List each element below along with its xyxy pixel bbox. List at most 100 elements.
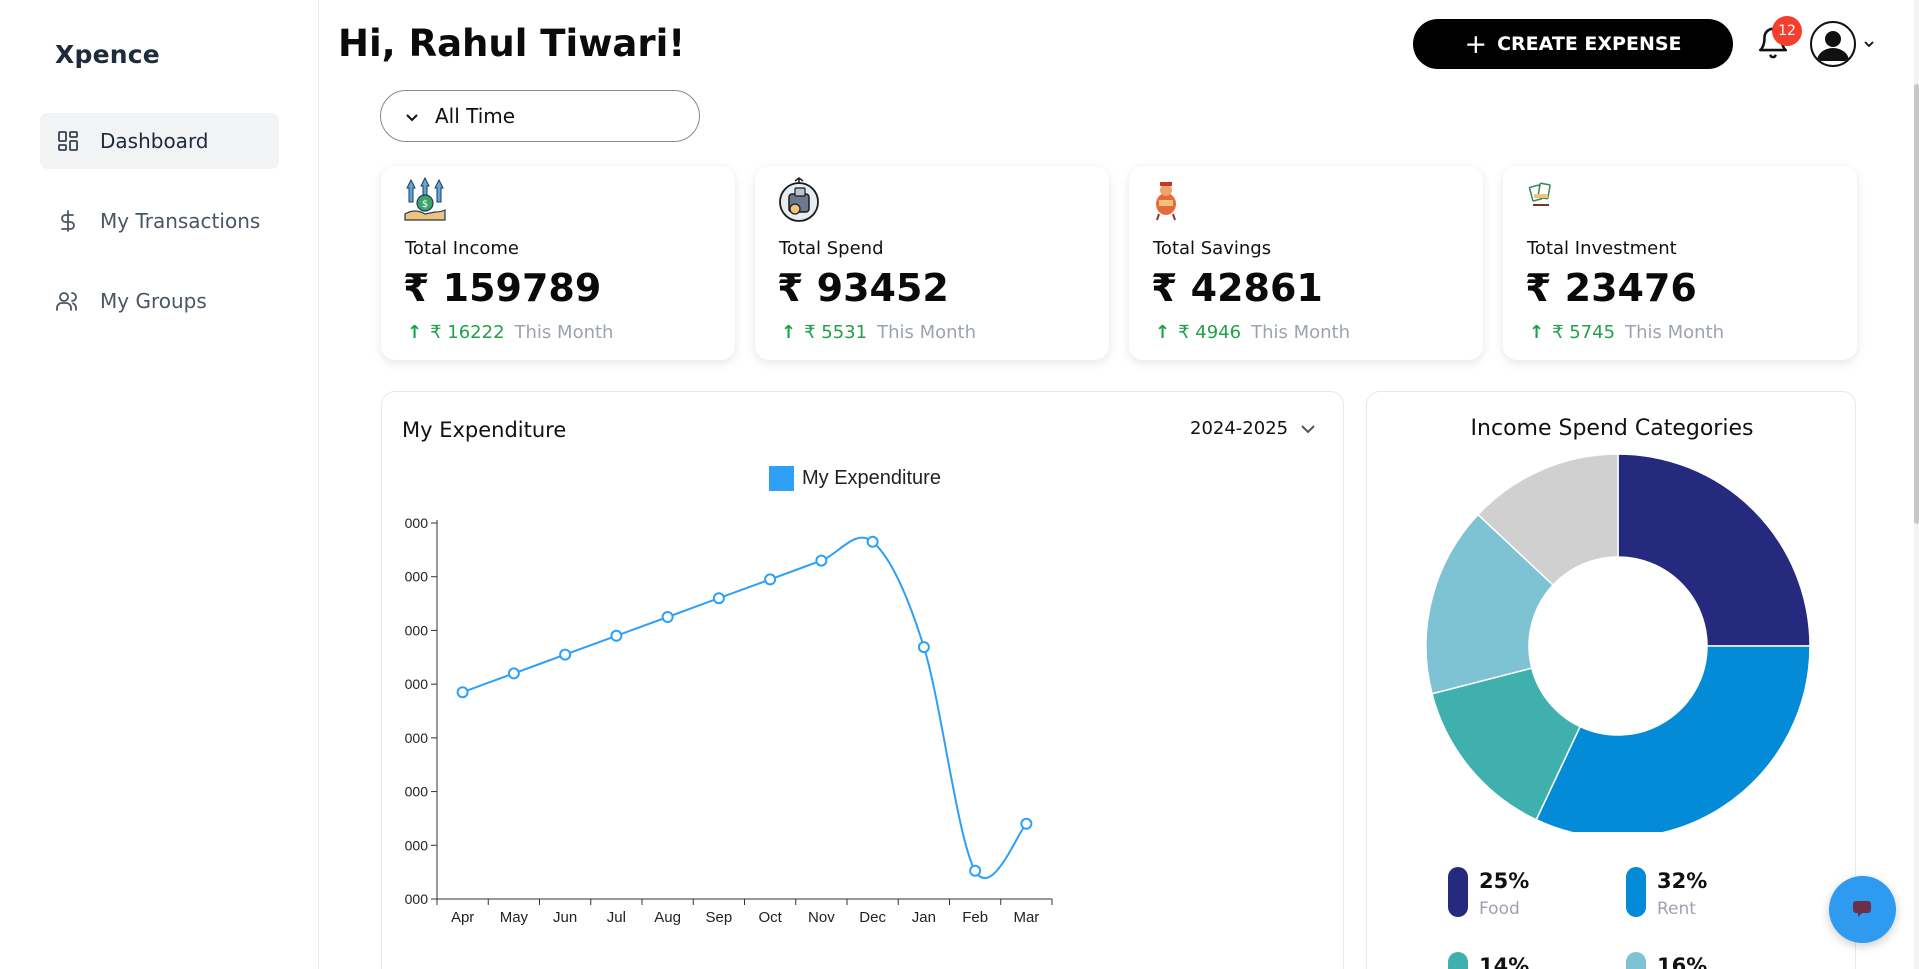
x-tick-label: Feb — [962, 909, 988, 926]
investment-icon — [1523, 176, 1571, 224]
dollar-icon — [55, 208, 81, 234]
stat-value: ₹ 42861 — [1151, 266, 1323, 310]
data-point[interactable] — [917, 641, 930, 654]
app-logo[interactable]: Xpence — [55, 40, 160, 69]
expenditure-line-chart: 000 000 000 000 000 000 000 000 Apr May Jun Jul Aug S… — [405, 515, 1053, 926]
y-tick-label: 000 — [405, 676, 429, 692]
income-icon: $ — [401, 176, 449, 224]
chevron-down-icon[interactable] — [1862, 36, 1876, 50]
legend-color — [1626, 952, 1646, 969]
arrow-up-icon: ↑ — [407, 322, 423, 343]
legend-category: Rent — [1657, 899, 1696, 919]
y-tick-label: 000 — [405, 730, 429, 746]
data-point[interactable] — [456, 686, 469, 699]
stat-value: ₹ 159789 — [403, 266, 602, 310]
sidebar-item-transactions[interactable]: My Transactions — [40, 193, 279, 249]
stat-change: ₹ 5531 — [804, 322, 868, 343]
create-expense-button[interactable]: + CREATE EXPENSE — [1413, 19, 1733, 69]
donut-slice[interactable] — [1617, 453, 1811, 647]
dashboard-icon — [55, 128, 81, 154]
data-point[interactable] — [661, 611, 674, 623]
x-tick-label: Jul — [607, 909, 626, 926]
y-tick-label: 000 — [405, 891, 429, 907]
donut-slice[interactable] — [1535, 645, 1811, 832]
data-point[interactable] — [559, 648, 572, 661]
x-tick-label: Mar — [1013, 909, 1039, 926]
legend-percent: 25% — [1479, 869, 1530, 893]
scrollbar-thumb[interactable] — [1914, 84, 1919, 524]
x-tick-label: Nov — [808, 909, 835, 926]
x-tick-label: Apr — [451, 909, 474, 926]
legend-color — [1448, 867, 1468, 917]
stat-card-investment: Total Investment ₹ 23476 ↑ ₹ 5745 This M… — [1503, 166, 1857, 360]
stat-trend: ↑ ₹ 5531 This Month — [781, 322, 976, 343]
stat-trend: ↑ ₹ 16222 This Month — [407, 322, 613, 343]
legend-color — [1448, 952, 1468, 969]
avatar[interactable] — [1810, 21, 1856, 67]
x-tick-label: Jun — [553, 909, 577, 926]
create-expense-label: CREATE EXPENSE — [1497, 33, 1682, 55]
stat-value: ₹ 93452 — [777, 266, 949, 310]
app-root: Xpence Dashboard My Transactions My Grou… — [0, 0, 1919, 969]
data-point[interactable] — [815, 554, 828, 567]
sidebar-item-groups[interactable]: My Groups — [40, 273, 279, 329]
data-point[interactable] — [969, 864, 982, 877]
data-point[interactable] — [610, 629, 623, 642]
sidebar-item-label: My Transactions — [100, 209, 261, 233]
stat-value: ₹ 23476 — [1525, 266, 1697, 310]
stat-label: Total Spend — [779, 238, 884, 259]
stat-period: This Month — [514, 322, 614, 343]
y-tick-label: 000 — [405, 622, 429, 638]
categories-panel: Income Spend Categories 25% Food 32% Ren… — [1366, 391, 1856, 969]
x-tick-label: Sep — [706, 909, 733, 926]
stat-period: This Month — [877, 322, 976, 343]
page-title: Hi, Rahul Tiwari! — [338, 22, 686, 65]
plus-icon: + — [1464, 28, 1488, 60]
categories-donut-chart — [1425, 453, 1811, 832]
data-point[interactable] — [1020, 817, 1033, 830]
stat-change: ₹ 4946 — [1178, 322, 1242, 343]
legend-category: Food — [1479, 899, 1520, 919]
chevron-down-icon — [403, 107, 421, 125]
x-tick-label: Jan — [912, 909, 936, 926]
x-tick-label: Dec — [859, 909, 886, 926]
sidebar-item-label: Dashboard — [100, 129, 209, 153]
y-tick-label: 000 — [405, 784, 429, 800]
data-point[interactable] — [866, 535, 879, 548]
users-icon — [55, 288, 81, 314]
legend-percent: 32% — [1657, 869, 1708, 893]
x-tick-label: May — [500, 909, 529, 926]
svg-text:$: $ — [422, 199, 428, 210]
stat-change: ₹ 5745 — [1552, 322, 1616, 343]
stat-card-spend: Total Spend ₹ 93452 ↑ ₹ 5531 This Month — [755, 166, 1109, 360]
savings-icon — [1149, 176, 1197, 224]
stat-period: This Month — [1625, 322, 1724, 343]
notification-badge: 12 — [1772, 16, 1802, 46]
sidebar-item-dashboard[interactable]: Dashboard — [40, 113, 279, 169]
x-tick-label: Aug — [654, 909, 681, 926]
stat-card-income: $ Total Income ₹ 159789 ↑ ₹ 16222 This M… — [381, 166, 735, 360]
y-tick-label: 000 — [405, 515, 429, 531]
stat-card-savings: Total Savings ₹ 42861 ↑ ₹ 4946 This Mont… — [1129, 166, 1483, 360]
legend-color — [1626, 867, 1646, 917]
x-tick-label: Oct — [758, 909, 782, 926]
arrow-up-icon: ↑ — [1529, 322, 1545, 343]
stat-label: Total Income — [405, 238, 519, 259]
arrow-up-icon: ↑ — [1155, 322, 1171, 343]
time-filter-dropdown[interactable]: All Time — [380, 90, 700, 142]
sidebar-item-label: My Groups — [100, 289, 207, 313]
expenditure-panel: My Expenditure 2024-2025 My Expenditure … — [381, 391, 1344, 969]
y-tick-label: 000 — [405, 569, 429, 585]
data-point[interactable] — [764, 573, 777, 586]
legend-percent: 14% — [1479, 954, 1530, 969]
data-point[interactable] — [507, 667, 520, 680]
stat-trend: ↑ ₹ 5745 This Month — [1529, 322, 1724, 343]
stat-label: Total Savings — [1153, 238, 1272, 259]
stat-period: This Month — [1251, 322, 1350, 343]
chat-button[interactable] — [1829, 876, 1896, 943]
sidebar: Xpence Dashboard My Transactions My Grou… — [0, 0, 319, 969]
data-point[interactable] — [712, 592, 725, 605]
stat-label: Total Investment — [1527, 238, 1677, 259]
wallet-icon — [775, 176, 823, 224]
time-filter-value: All Time — [435, 104, 516, 128]
